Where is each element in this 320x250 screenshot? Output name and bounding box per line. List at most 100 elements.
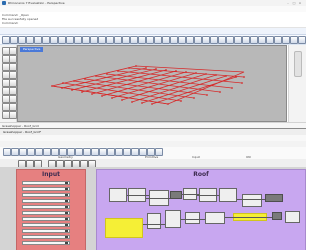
wire-4[interactable] (197, 195, 219, 196)
osnap-perp-icon[interactable] (290, 36, 298, 44)
input-slider-3[interactable] (22, 193, 70, 197)
close-icon[interactable]: × (298, 1, 302, 5)
slider-knob-icon[interactable] (65, 230, 68, 232)
paste-icon[interactable] (50, 36, 58, 44)
grid-icon[interactable] (162, 36, 170, 44)
gh-param-icon-16[interactable] (123, 148, 131, 156)
slider-knob-icon[interactable] (65, 212, 68, 214)
wire-2[interactable] (146, 198, 170, 199)
gh-param-icon-4[interactable] (27, 148, 35, 156)
new-file-icon[interactable] (2, 36, 10, 44)
maximize-icon[interactable]: □ (292, 1, 296, 5)
gh-param-icon-12[interactable] (91, 148, 99, 156)
gh-param-icon-6[interactable] (43, 148, 51, 156)
input-slider-8[interactable] (22, 223, 70, 227)
component-node-12[interactable] (185, 212, 200, 224)
print-icon[interactable] (26, 36, 34, 44)
panel-node-1[interactable] (105, 218, 143, 238)
undo-icon[interactable] (58, 36, 66, 44)
perspective-viewport[interactable]: Perspective (17, 45, 287, 122)
input-slider-9[interactable] (22, 229, 70, 233)
gh-param-icon-17[interactable] (131, 148, 139, 156)
osnap-tan-icon[interactable] (298, 36, 306, 44)
zoom-window-icon[interactable] (106, 36, 114, 44)
snap-icon[interactable] (170, 36, 178, 44)
input-slider-11[interactable] (22, 241, 70, 245)
input-slider-1[interactable] (22, 181, 70, 185)
pan-icon[interactable] (74, 36, 82, 44)
gh-param-icon-3[interactable] (19, 148, 27, 156)
slider-knob-icon[interactable] (65, 206, 68, 208)
select-icon[interactable] (114, 36, 122, 44)
zoom-extents-icon[interactable] (98, 36, 106, 44)
history-icon[interactable] (194, 36, 202, 44)
component-node-14[interactable] (272, 212, 282, 220)
input-slider-7[interactable] (22, 217, 70, 221)
component-node-9[interactable] (265, 194, 283, 202)
slider-knob-icon[interactable] (65, 242, 68, 244)
rotate-view-icon[interactable] (82, 36, 90, 44)
osnap-point-icon[interactable] (258, 36, 266, 44)
input-slider-10[interactable] (22, 235, 70, 239)
save-icon[interactable] (18, 36, 26, 44)
text-tool-icon[interactable] (9, 95, 17, 103)
osnap-end-icon[interactable] (242, 36, 250, 44)
curve-tool-icon[interactable] (9, 55, 17, 63)
wire-1[interactable] (127, 195, 149, 196)
input-slider-2[interactable] (22, 187, 70, 191)
component-node-15[interactable] (285, 211, 300, 223)
gumball-icon[interactable] (202, 36, 210, 44)
arc-tool-icon[interactable] (9, 63, 17, 71)
minimize-icon[interactable]: – (286, 1, 290, 5)
object-snap-icon[interactable] (234, 36, 242, 44)
slider-knob-icon[interactable] (65, 218, 68, 220)
copy-icon[interactable] (42, 36, 50, 44)
component-node-4[interactable] (170, 191, 182, 199)
wire-7[interactable] (181, 219, 205, 220)
zoom-icon[interactable] (90, 36, 98, 44)
slider-knob-icon[interactable] (65, 224, 68, 226)
input-slider-5[interactable] (22, 205, 70, 209)
osnap-near-icon[interactable] (250, 36, 258, 44)
polygon-tool-icon[interactable] (9, 71, 17, 79)
component-node-7[interactable] (219, 188, 237, 202)
slider-knob-icon[interactable] (65, 182, 68, 184)
slider-knob-icon[interactable] (65, 194, 68, 196)
slider-knob-icon[interactable] (65, 236, 68, 238)
component-node-11[interactable] (165, 210, 181, 228)
material-icon[interactable] (146, 36, 154, 44)
slider-knob-icon[interactable] (65, 200, 68, 202)
osnap-int-icon[interactable] (282, 36, 290, 44)
grasshopper-canvas[interactable]: Input Roof (0, 167, 306, 250)
gh-param-icon-11[interactable] (83, 148, 91, 156)
input-group[interactable]: Input (16, 169, 86, 250)
gh-param-icon-15[interactable] (115, 148, 123, 156)
extrude-tool-icon[interactable] (9, 79, 17, 87)
roof-group[interactable]: Roof (96, 169, 306, 250)
display-mode-icon[interactable] (226, 36, 234, 44)
input-slider-4[interactable] (22, 199, 70, 203)
render-icon[interactable] (138, 36, 146, 44)
ortho-icon[interactable] (178, 36, 186, 44)
transform-tool-icon[interactable] (9, 103, 17, 111)
component-node-8[interactable] (242, 194, 262, 207)
wire-8[interactable] (225, 217, 272, 218)
wire-5[interactable] (237, 199, 265, 200)
gh-param-icon-2[interactable] (11, 148, 19, 156)
osnap-center-icon[interactable] (274, 36, 282, 44)
gh-param-icon-1[interactable] (3, 148, 11, 156)
boolean-tool-icon[interactable] (9, 87, 17, 95)
render-tool-icon[interactable] (9, 111, 17, 119)
properties-icon[interactable] (130, 36, 138, 44)
gh-param-icon-14[interactable] (107, 148, 115, 156)
component-node-10[interactable] (147, 213, 161, 229)
viewport-scroll-thumb[interactable] (294, 51, 302, 77)
layer-icon[interactable] (122, 36, 130, 44)
gh-param-icon-10[interactable] (75, 148, 83, 156)
osnap-mid-icon[interactable] (266, 36, 274, 44)
component-node-1[interactable] (109, 188, 127, 202)
open-file-icon[interactable] (10, 36, 18, 44)
planar-icon[interactable] (186, 36, 194, 44)
component-node-13[interactable] (205, 212, 225, 224)
slider-knob-icon[interactable] (65, 188, 68, 190)
